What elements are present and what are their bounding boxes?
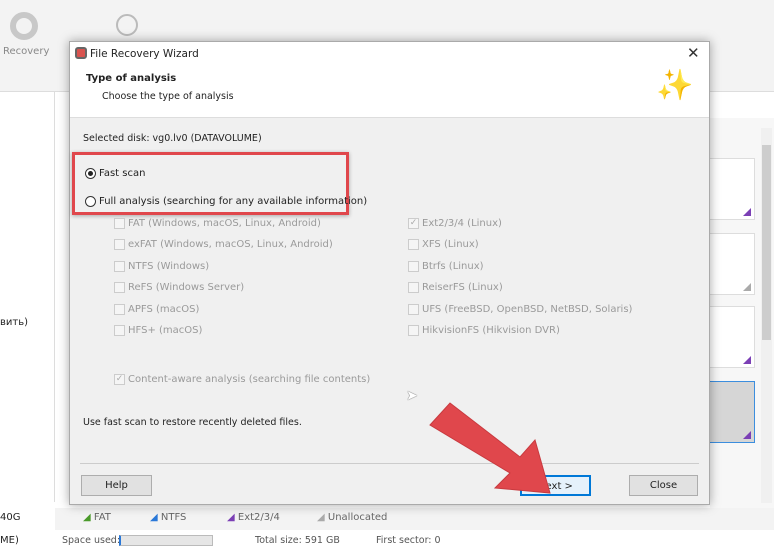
mouse-cursor-icon: ➤ xyxy=(406,388,418,404)
legend-ntfs: ◢ NTFS xyxy=(150,512,187,523)
space-used-bar xyxy=(119,535,213,546)
dialog-header: File Recovery Wizard ✕ Type of analysis … xyxy=(70,42,709,118)
checkbox-hfs[interactable]: HFS+ (macOS) xyxy=(114,325,202,336)
scrollbar-thumb[interactable] xyxy=(762,145,771,340)
checkbox-xfs[interactable]: XFS (Linux) xyxy=(408,239,479,250)
separator xyxy=(80,463,699,464)
partition-card-selected[interactable] xyxy=(710,381,755,443)
partition-card[interactable] xyxy=(710,158,755,220)
help-button[interactable]: Help xyxy=(81,475,152,496)
checkbox-hikvisionfs[interactable]: HikvisionFS (Hikvision DVR) xyxy=(408,325,560,336)
partition-card[interactable] xyxy=(710,233,755,295)
unallocated-marker-icon xyxy=(743,283,751,291)
red-arrow-icon xyxy=(429,402,551,494)
selected-disk: Selected disk: vg0.lv0 (DATAVOLUME) xyxy=(83,133,262,144)
radio-full-analysis[interactable]: Full analysis (searching for any availab… xyxy=(85,196,367,207)
partition-card[interactable] xyxy=(710,306,755,368)
ext-marker-icon xyxy=(743,208,751,216)
close-icon[interactable]: ✕ xyxy=(687,44,700,62)
legend-unallocated: ◢ Unallocated xyxy=(317,512,388,523)
checkbox-exfat[interactable]: exFAT (Windows, macOS, Linux, Android) xyxy=(114,239,333,250)
ext-marker-icon xyxy=(743,431,751,439)
hint-text: Use fast scan to restore recently delete… xyxy=(83,417,302,428)
ext-marker-icon xyxy=(743,356,751,364)
legend: ◢ FAT ◢ NTFS ◢ Ext2/3/4 ◢ Unallocated xyxy=(55,508,774,530)
checkbox-ntfs[interactable]: NTFS (Windows) xyxy=(114,261,209,272)
status-bar: Space used: Total size: 591 GB First sec… xyxy=(0,532,774,549)
checkbox-reiserfs[interactable]: ReiserFS (Linux) xyxy=(408,282,503,293)
radio-fast-scan[interactable]: Fast scan xyxy=(85,168,145,179)
recovery-icon[interactable] xyxy=(10,12,38,40)
checkbox-ufs[interactable]: UFS (FreeBSD, OpenBSD, NetBSD, Solaris) xyxy=(408,304,632,315)
legend-ext: ◢ Ext2/3/4 xyxy=(227,512,280,523)
left-size: 40G xyxy=(0,512,21,523)
checkbox-btrfs[interactable]: Btrfs (Linux) xyxy=(408,261,484,272)
search-icon[interactable] xyxy=(116,14,138,36)
total-size: Total size: 591 GB xyxy=(255,535,340,546)
checkbox-fat[interactable]: FAT (Windows, macOS, Linux, Android) xyxy=(114,218,321,229)
radio-icon[interactable] xyxy=(85,168,96,179)
wizard-app-icon xyxy=(75,47,87,59)
recovery-label[interactable]: Recovery xyxy=(3,46,49,57)
checkbox-ext[interactable]: ✓ Ext2/3/4 (Linux) xyxy=(408,218,502,229)
close-button[interactable]: Close xyxy=(629,475,698,496)
radio-icon[interactable] xyxy=(85,196,96,207)
left-text: вить) xyxy=(0,317,29,328)
first-sector: First sector: 0 xyxy=(376,535,441,546)
header-subtitle: Choose the type of analysis xyxy=(102,91,234,102)
space-used-label: Space used: xyxy=(62,535,121,546)
checkbox-content-aware[interactable]: ✓ Content-aware analysis (searching file … xyxy=(114,374,370,385)
file-recovery-wizard-dialog: File Recovery Wizard ✕ Type of analysis … xyxy=(69,41,710,505)
checkbox-apfs[interactable]: APFS (macOS) xyxy=(114,304,199,315)
left-name: ME) xyxy=(0,535,19,546)
dialog-title: File Recovery Wizard xyxy=(90,48,199,60)
left-pane: вить) xyxy=(0,92,55,502)
checkbox-refs[interactable]: ReFS (Windows Server) xyxy=(114,282,244,293)
magic-wand-icon: ✨ xyxy=(656,68,694,103)
legend-fat: ◢ FAT xyxy=(83,512,111,523)
header-title: Type of analysis xyxy=(86,73,177,84)
